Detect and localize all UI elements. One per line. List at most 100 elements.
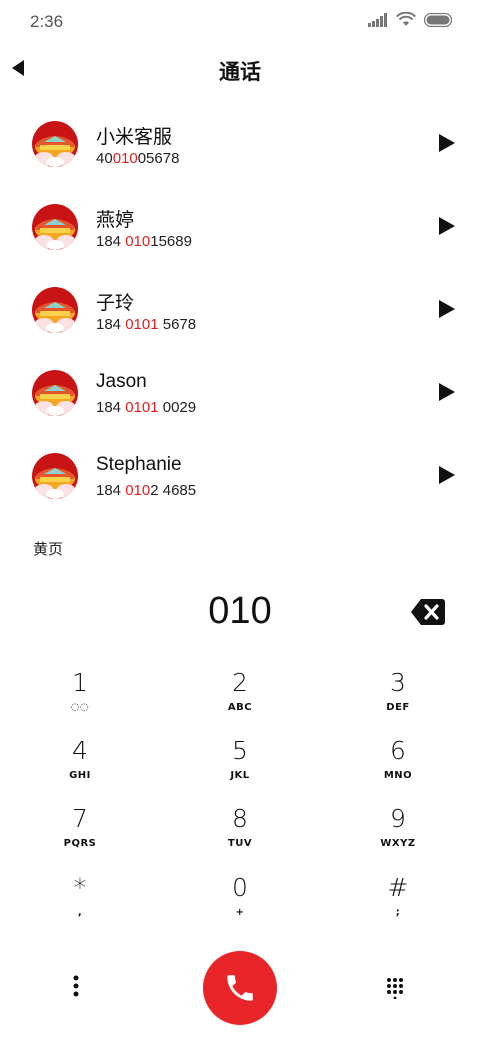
contact-detail-button[interactable] <box>438 465 458 487</box>
contact-name: 子玲 <box>96 293 135 314</box>
contact-name: 小米客服 <box>96 127 173 148</box>
contact-number: 184 0101 0029 <box>96 399 196 416</box>
contact-number: 4001005678 <box>96 150 179 167</box>
contact-name: 燕婷 <box>96 210 135 231</box>
avatar <box>32 370 78 416</box>
dial-key[interactable]: 9 WXYZ <box>338 804 458 868</box>
play-icon <box>439 466 455 484</box>
number-prefix: 40 <box>96 150 113 167</box>
yellow-pages-label: 黄页 <box>33 541 64 558</box>
dial-key[interactable]: 7 PQRS <box>20 804 140 868</box>
contact-row[interactable]: Stephanie 184 0102 4685 <box>0 435 480 518</box>
number-prefix: 184 <box>96 482 126 499</box>
dial-key-letters: MNO <box>383 770 413 781</box>
number-suffix: 15689 <box>150 233 192 250</box>
number-match: 010 <box>125 482 151 499</box>
wifi-icon <box>396 12 416 26</box>
number-match: 010 <box>112 150 138 167</box>
contact-number: 184 0102 4685 <box>96 482 196 499</box>
avatar <box>32 121 78 167</box>
contact-row[interactable]: 子玲 184 0101 5678 <box>0 269 480 352</box>
dial-key-digit: 7 <box>72 804 88 833</box>
backspace-icon <box>411 599 445 625</box>
dial-key-letters: JKL <box>230 770 250 781</box>
dial-key-digit: # <box>387 873 409 902</box>
dial-key-letters: ; <box>395 907 401 918</box>
backspace-button[interactable] <box>410 598 446 626</box>
play-icon <box>439 134 455 152</box>
dialpad-toggle-button[interactable] <box>386 977 404 1000</box>
page-title: 通话 <box>219 61 261 84</box>
contact-detail-button[interactable] <box>438 299 458 321</box>
avatar <box>32 453 78 499</box>
dial-key-letters: TUV <box>227 838 253 849</box>
number-suffix: 2 4685 <box>150 482 197 499</box>
phone-icon <box>227 975 253 1001</box>
avatar <box>32 204 78 250</box>
more-button[interactable] <box>64 974 88 1000</box>
dial-key[interactable]: *, <box>20 873 140 937</box>
dial-key-digit: 3 <box>390 668 406 697</box>
dial-key-letters: PQRS <box>63 838 97 849</box>
contact-name: Stephanie <box>96 454 182 475</box>
bottom-bar <box>0 950 480 1026</box>
contact-detail-button[interactable] <box>438 382 458 404</box>
dial-key-digit: 8 <box>232 804 248 833</box>
number-suffix: 05678 <box>137 150 180 167</box>
dial-key[interactable]: 6 MNO <box>338 736 458 800</box>
dial-key-letters: , <box>77 907 83 918</box>
play-icon <box>439 383 455 401</box>
avatar <box>32 287 78 333</box>
dial-key[interactable]: 8 TUV <box>180 804 300 868</box>
header: 通话 <box>0 44 480 94</box>
dial-key-letters: ABC <box>227 702 253 713</box>
battery-icon <box>424 12 453 27</box>
number-suffix: 0029 <box>158 399 197 416</box>
contact-detail-button[interactable] <box>438 216 458 238</box>
dial-key-digit: 4 <box>72 736 88 765</box>
dial-key-letters: DEF <box>386 702 410 713</box>
dial-key[interactable]: 5 JKL <box>180 736 300 800</box>
contact-row[interactable]: 小米客服 4001005678 <box>0 103 480 186</box>
contact-detail-button[interactable] <box>438 133 458 155</box>
number-match: 0101 <box>125 316 159 333</box>
contact-number: 184 01015689 <box>96 233 192 250</box>
contact-number: 184 0101 5678 <box>96 316 196 333</box>
dial-key[interactable]: 4 GHI <box>20 736 140 800</box>
dial-key[interactable]: 0 + <box>180 873 300 937</box>
contact-row[interactable]: Jason 184 0101 0029 <box>0 352 480 435</box>
dial-key-digit: 2 <box>232 668 248 697</box>
dial-input[interactable]: 010 <box>0 590 480 640</box>
dial-key[interactable]: #; <box>338 873 458 937</box>
dial-key[interactable]: 3 DEF <box>338 668 458 732</box>
contact-row[interactable]: 燕婷 184 01015689 <box>0 186 480 269</box>
call-button[interactable] <box>203 951 277 1025</box>
status-time: 2:36 <box>30 12 64 31</box>
play-icon <box>439 217 455 235</box>
dial-key-letters: ◌◌ <box>70 702 90 713</box>
signal-icon <box>368 12 387 27</box>
dial-key-digit: 9 <box>390 804 406 833</box>
dial-key-digit: * <box>73 873 87 902</box>
dial-key-letters: GHI <box>69 770 91 781</box>
number-prefix: 184 <box>96 233 126 250</box>
dial-key-digit: 0 <box>232 873 248 902</box>
dial-key-letters: + <box>235 907 245 918</box>
number-match: 010 <box>125 233 151 250</box>
dialpad-icon <box>387 978 403 1000</box>
dial-key[interactable]: 1 ◌◌ <box>20 668 140 732</box>
dial-key-digit: 5 <box>232 736 248 765</box>
number-prefix: 184 <box>96 316 126 333</box>
number-suffix: 5678 <box>158 316 197 333</box>
play-icon <box>439 300 455 318</box>
number-match: 0101 <box>125 399 159 416</box>
contact-list: 小米客服 4001005678 燕婷 184 01015689 子玲 184 0… <box>0 103 480 518</box>
more-vertical-icon <box>73 975 79 997</box>
number-prefix: 184 <box>96 399 126 416</box>
dial-key-letters: WXYZ <box>380 838 416 849</box>
status-bar: 2:36 <box>0 0 480 44</box>
status-icons <box>368 12 454 27</box>
dial-key-digit: 6 <box>390 736 406 765</box>
contact-name: Jason <box>96 371 147 392</box>
dial-key[interactable]: 2 ABC <box>180 668 300 732</box>
